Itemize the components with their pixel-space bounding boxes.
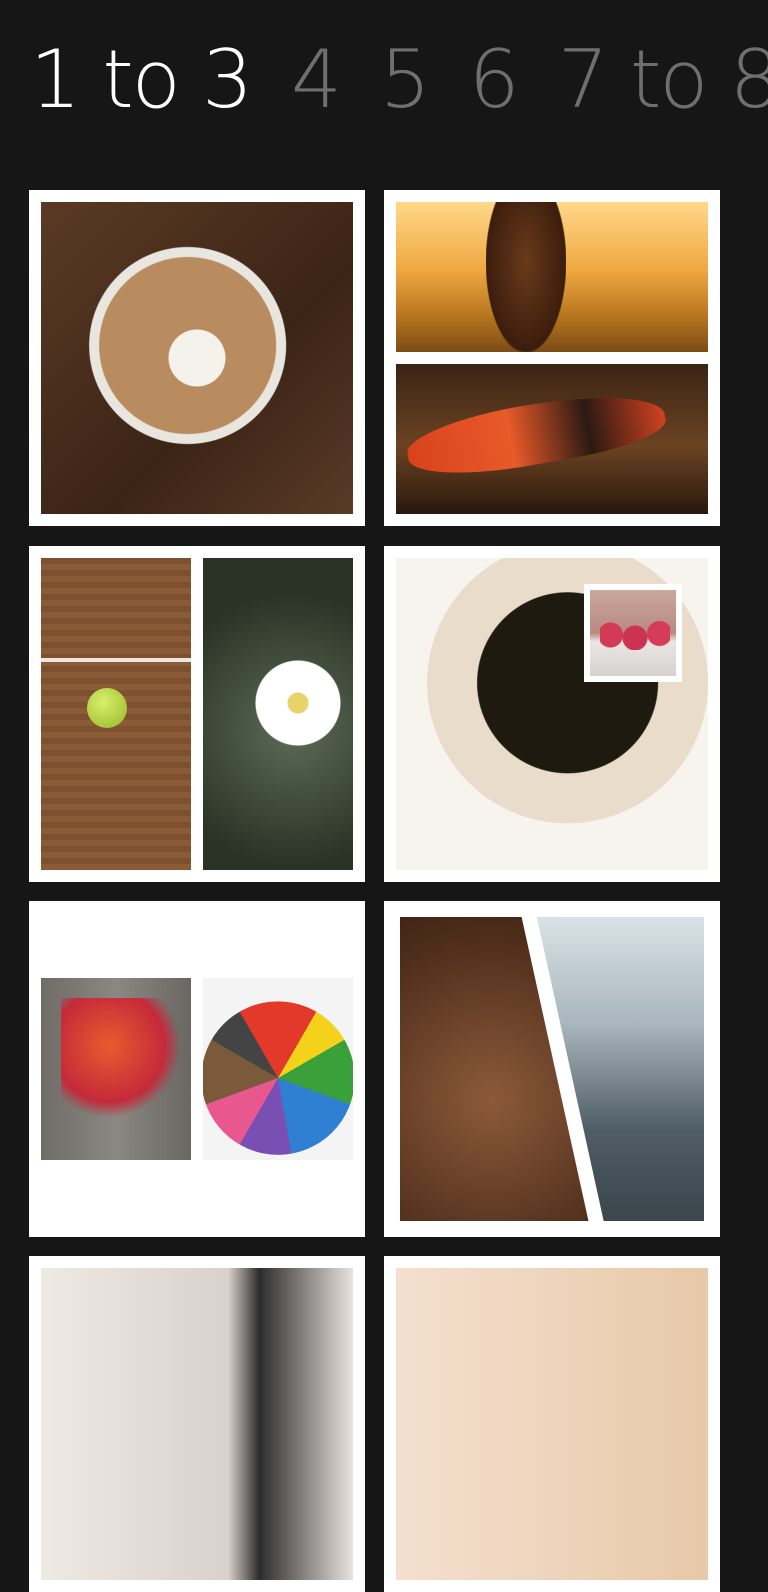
inset-frame	[584, 584, 682, 682]
partial-photo-left	[41, 1268, 353, 1580]
template-tile-diagonal-split[interactable]	[384, 901, 720, 1237]
partial-photo-right	[396, 1268, 708, 1580]
latte-photo	[41, 202, 353, 514]
pivot-item-5[interactable]: 5	[380, 40, 431, 120]
lizard-photo	[396, 364, 708, 514]
tennis-ball-photo	[41, 558, 191, 870]
flowers-photo	[203, 558, 353, 870]
template-tile-two-horizontal[interactable]	[384, 190, 720, 526]
raspberries-photo	[590, 590, 676, 676]
pivot-item-4[interactable]: 4	[291, 40, 342, 120]
autumn-leaves-photo	[41, 978, 191, 1160]
template-tile-single-photo[interactable]	[29, 190, 365, 526]
pivot-item-1-to-3[interactable]: 1 to 3	[30, 40, 253, 120]
pivot-header: 1 to 3 4 5 6 7 to 8	[30, 30, 768, 130]
template-tile-partial-right[interactable]	[384, 1256, 720, 1592]
template-tile-two-vertical[interactable]	[29, 546, 365, 882]
template-tile-partial-left[interactable]	[29, 1256, 365, 1592]
template-tile-photo-with-inset[interactable]	[384, 546, 720, 882]
pivot-item-7-to-8[interactable]: 7 to 8	[558, 40, 768, 120]
template-tile-two-centered[interactable]	[29, 901, 365, 1237]
sunset-girl-photo	[396, 202, 708, 352]
pivot-item-6[interactable]: 6	[469, 40, 520, 120]
colored-pencils-photo	[203, 978, 353, 1160]
